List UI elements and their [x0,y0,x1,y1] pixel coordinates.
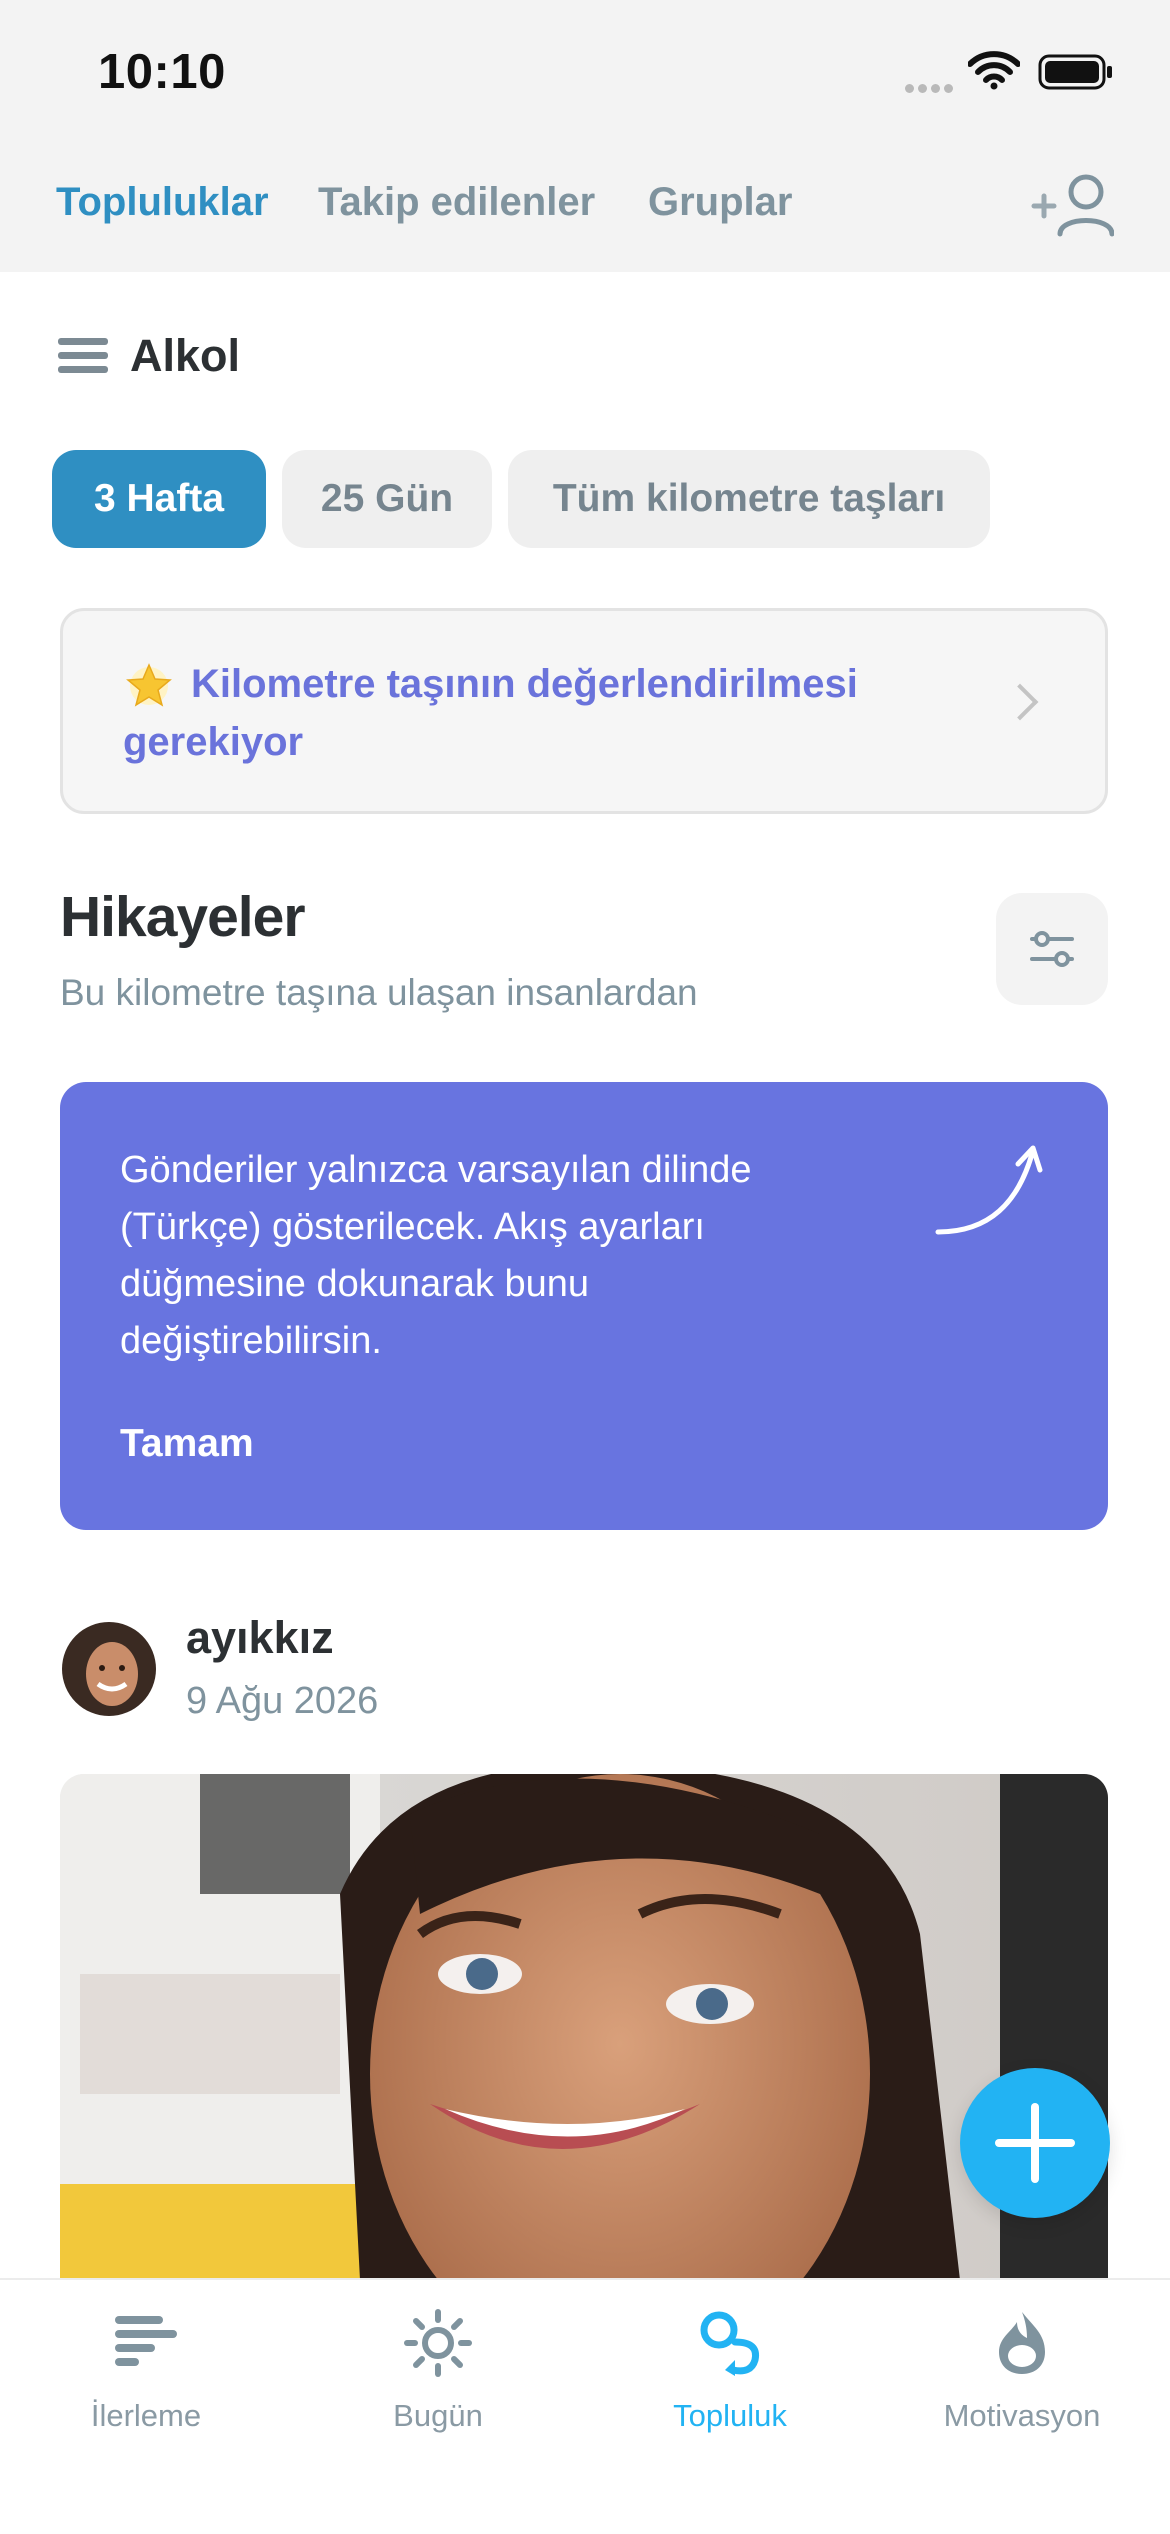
sun-icon [404,2309,472,2377]
feed-settings-button[interactable] [996,893,1108,1005]
top-bar: 10:10 Topluluklar Takip edilenler Grupla… [0,0,1170,272]
stories-subtitle: Bu kilometre taşına ulaşan insanlardan [60,972,698,1013]
sliders-icon [1030,931,1074,967]
stories-title: Hikayeler [60,885,306,949]
chevron-right-icon [1001,683,1039,721]
tab-topluluklar[interactable]: Topluluklar [56,180,269,225]
add-post-button[interactable] [960,2068,1110,2218]
nav-bugun[interactable]: Bugün [292,2300,584,2450]
nav-label: İlerleme [90,2398,202,2433]
post-username[interactable]: ayıkkız [186,1612,334,1664]
chip-25-gun[interactable]: 25 Gün [282,450,492,548]
progress-bars-icon [115,2316,177,2366]
curved-arrow-icon [935,1145,1043,1235]
bottom-nav: İlerleme Bugün Topluluk Motivasyon [0,2278,1170,2534]
community-icon [700,2311,760,2376]
nav-ilerleme[interactable]: İlerleme [0,2300,292,2450]
category-title: Alkol [130,330,241,381]
motivation-icon [999,2312,1045,2374]
nav-topluluk[interactable]: Topluluk [584,2300,876,2450]
avatar[interactable] [62,1622,156,1716]
post-date: 9 Ağu 2026 [186,1680,379,1722]
wifi-icon [968,51,1020,90]
tab-takip-edilenler[interactable]: Takip edilenler [318,180,595,225]
nav-label: Topluluk [673,2398,787,2433]
chip-3-hafta[interactable]: 3 Hafta [52,450,266,548]
chip-tum-kilometre-taslari[interactable]: Tüm kilometre taşları [508,450,990,548]
milestone-review-text: Kilometre taşının değerlendirilmesi gere… [123,662,858,764]
status-time: 10:10 [98,45,226,99]
add-person-icon[interactable] [1030,172,1114,238]
language-info-card: Gönderiler yalnızca varsayılan dilinde (… [60,1082,1108,1530]
post-photo[interactable] [60,1774,1108,2280]
nav-motivasyon[interactable]: Motivasyon [876,2300,1168,2450]
nav-label: Motivasyon [943,2398,1101,2433]
nav-label: Bugün [393,2398,483,2433]
milestone-review-banner[interactable]: Kilometre taşının değerlendirilmesi gere… [60,608,1108,814]
tab-gruplar[interactable]: Gruplar [648,180,792,225]
cellular-signal-icon [905,80,957,98]
language-info-text: Gönderiler yalnızca varsayılan dilinde (… [120,1149,752,1362]
hamburger-icon[interactable] [58,338,108,374]
ok-button[interactable]: Tamam [120,1422,254,1466]
battery-icon [1038,54,1112,90]
